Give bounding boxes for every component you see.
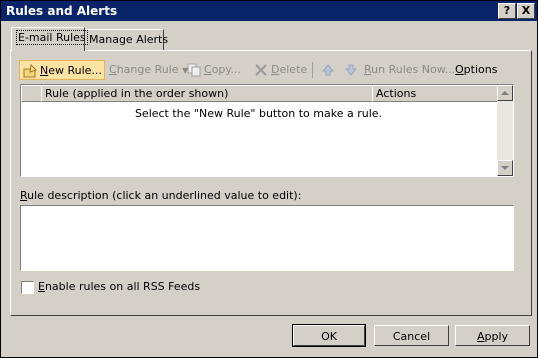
rule-description-label: Rule description (click an underlined va… [20, 189, 302, 202]
window-title: Rules and Alerts [6, 4, 118, 18]
move-down-button[interactable] [343, 60, 361, 80]
close-button[interactable]: X [517, 3, 535, 19]
rules-list-scrollbar[interactable] [497, 85, 513, 176]
scroll-up-button[interactable] [497, 85, 513, 101]
enable-rss-rules-checkbox[interactable] [21, 281, 34, 294]
delete-icon [253, 62, 269, 78]
ok-button[interactable]: OK [292, 324, 366, 347]
tab-email-rules-label: E-mail Rules [16, 30, 88, 45]
email-rules-panel: New Rule... Change Rule ▼ Copy... Delete [10, 50, 532, 316]
cancel-button[interactable]: Cancel [374, 325, 449, 346]
rule-description-box[interactable] [20, 205, 514, 271]
scroll-up-icon [501, 91, 509, 95]
column-header-actions[interactable]: Actions [372, 85, 498, 102]
new-rule-icon [22, 63, 38, 79]
change-rule-button[interactable]: Change Rule ▼ [109, 60, 188, 80]
scroll-down-icon [501, 166, 509, 170]
options-button[interactable]: Options [455, 60, 497, 80]
rules-toolbar: New Rule... Change Rule ▼ Copy... Delete [19, 59, 515, 81]
tab-manage-alerts-label: Manage Alerts [89, 33, 169, 46]
separator [312, 60, 313, 80]
apply-button[interactable]: Apply [455, 325, 530, 346]
title-bar[interactable]: Rules and Alerts ? X [1, 1, 537, 21]
run-rules-now-button[interactable]: Run Rules Now... [364, 60, 455, 80]
tab-email-rules[interactable]: E-mail Rules [11, 27, 88, 51]
rules-list[interactable]: Rule (applied in the order shown) Action… [20, 84, 514, 177]
header-spacer [21, 85, 42, 102]
empty-list-message: Select the "New Rule" button to make a r… [134, 107, 383, 120]
arrow-down-icon [343, 62, 359, 78]
rules-and-alerts-window: Rules and Alerts ? X E-mail Rules Manage… [0, 0, 538, 358]
move-up-button[interactable] [320, 60, 338, 80]
column-header-rule[interactable]: Rule (applied in the order shown) [41, 85, 373, 102]
scroll-down-button[interactable] [497, 160, 513, 176]
new-rule-button[interactable]: New Rule... [19, 60, 105, 80]
enable-rss-rules-label[interactable]: Enable rules on all RSS Feeds [38, 280, 200, 293]
help-button[interactable]: ? [498, 3, 516, 19]
copy-icon [186, 62, 202, 78]
tab-manage-alerts[interactable]: Manage Alerts [84, 29, 168, 50]
copy-button[interactable]: Copy... [186, 60, 241, 80]
arrow-up-icon [320, 62, 336, 78]
delete-button[interactable]: Delete [253, 60, 307, 80]
